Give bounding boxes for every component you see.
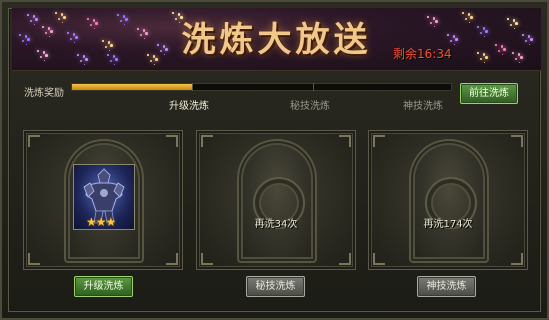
event-title: 洗炼大放送 [181,20,372,60]
retries-remaining: 再洗34次 [254,219,298,230]
panel-medallion [409,139,489,263]
divine-refine-button[interactable]: 神技洗炼 [417,276,476,297]
refine-panel-secret: 再洗34次 [196,130,356,270]
firework-spark [117,14,119,16]
panel-medallion [237,139,317,263]
milestone-secret: 秘技洗炼 [290,101,330,112]
firework-spark [153,63,156,66]
panel-corner-ornament [511,135,523,147]
item-slot[interactable]: ★★★ [73,164,135,230]
upgrade-refine-button[interactable]: 升级洗炼 [74,276,133,297]
firework-spark [180,16,183,19]
firework-spark [172,12,174,14]
firework-spark [55,12,57,14]
panel-corner-ornament [201,253,213,265]
firework-spark [113,63,116,66]
secret-refine-button[interactable]: 秘技洗炼 [246,276,305,297]
panel-corner-ornament [28,253,40,265]
milestone-upgrade: 升级洗炼 [169,101,209,112]
refine-panel-divine: 再洗174次 [368,130,528,270]
panel-corner-ornament [339,135,351,147]
star-rating: ★★★ [86,215,116,229]
progress-fill [72,84,194,90]
milestone-divine: 神技洗炼 [403,101,443,112]
firework-spark [518,61,521,64]
firework-spark [83,63,86,66]
firework-spark [149,59,153,63]
firework-spark [462,12,464,14]
retries-remaining: 再洗174次 [423,219,473,230]
panel-corner-ornament [28,135,40,147]
firework-spark [483,61,486,64]
panel-corner-ornament [373,253,385,265]
countdown-timer: 剩余16:34 [393,47,452,61]
event-banner: 洗炼大放送 剩余16:34 [12,8,541,71]
firework-spark [27,14,29,16]
refine-panel-upgrade: ★★★ [23,130,183,270]
panel-corner-ornament [373,135,385,147]
panel-corner-ornament [511,253,523,265]
panel-corner-ornament [201,135,213,147]
dialog-frame: 洗炼大放送 剩余16:34 洗炼奖励 升级洗炼 秘技洗炼 神技洗炼 前往洗炼 ★… [0,0,549,320]
firework-spark [470,16,473,19]
goto-refine-button[interactable]: 前往洗炼 [460,83,518,104]
panel-corner-ornament [339,253,351,265]
panel-corner-ornament [166,135,178,147]
firework-spark [109,59,113,63]
firework-spark [427,16,429,18]
firework-spark [63,16,66,19]
progress-label: 洗炼奖励 [24,88,64,99]
progress-tick [192,83,193,91]
firework-spark [79,59,83,63]
reward-progress-bar [71,83,452,91]
progress-tick [313,83,314,91]
panel-corner-ornament [166,253,178,265]
